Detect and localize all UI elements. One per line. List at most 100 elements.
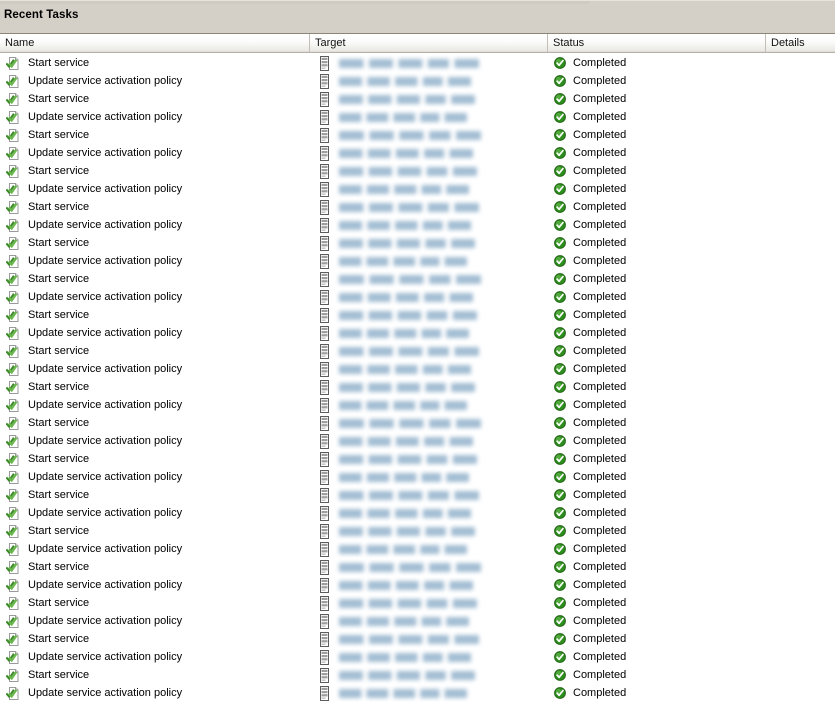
column-header-row: Name Target Status Details: [0, 33, 835, 53]
cell-name: Update service activation policy: [0, 144, 310, 162]
task-name-label: Update service activation policy: [28, 75, 183, 87]
task-name-label: Update service activation policy: [28, 219, 183, 231]
server-host-icon: [318, 397, 331, 413]
table-row[interactable]: Start service Completed: [0, 306, 835, 324]
cell-target: [310, 432, 548, 450]
target-host-redacted: [339, 400, 467, 410]
table-row[interactable]: Update service activation policy Complete…: [0, 576, 835, 594]
table-row[interactable]: Update service activation policy Complete…: [0, 144, 835, 162]
table-row[interactable]: Update service activation policy Complete…: [0, 468, 835, 486]
cell-target: [310, 594, 548, 612]
server-host-icon: [318, 109, 331, 125]
table-row[interactable]: Start service Completed: [0, 54, 835, 72]
green-check-circle-icon: [554, 273, 566, 285]
cell-target: [310, 378, 548, 396]
table-row[interactable]: Start service Completed: [0, 666, 835, 684]
table-row[interactable]: Update service activation policy Complete…: [0, 324, 835, 342]
cell-name: Start service: [0, 450, 310, 468]
task-completed-document-icon: [5, 308, 21, 323]
task-completed-document-icon: [5, 344, 21, 359]
table-row[interactable]: Start service Completed: [0, 234, 835, 252]
table-row[interactable]: Start service Completed: [0, 414, 835, 432]
page-title: Recent Tasks: [4, 9, 79, 21]
table-row[interactable]: Start service Completed: [0, 522, 835, 540]
cell-details: [766, 144, 835, 162]
table-row[interactable]: Start service Completed: [0, 342, 835, 360]
green-check-circle-icon: [554, 75, 566, 87]
table-row[interactable]: Start service Completed: [0, 594, 835, 612]
cell-details: [766, 432, 835, 450]
cell-name: Start service: [0, 342, 310, 360]
table-row[interactable]: Start service Completed: [0, 198, 835, 216]
table-row[interactable]: Start service Completed: [0, 450, 835, 468]
cell-name: Start service: [0, 306, 310, 324]
table-row[interactable]: Update service activation policy Complete…: [0, 432, 835, 450]
cell-name: Update service activation policy: [0, 576, 310, 594]
cell-target: [310, 144, 548, 162]
table-row[interactable]: Start service Completed: [0, 162, 835, 180]
table-row[interactable]: Update service activation policy Complete…: [0, 648, 835, 666]
green-check-circle-icon: [554, 471, 566, 483]
table-row[interactable]: Update service activation policy Complete…: [0, 180, 835, 198]
status-label: Completed: [573, 183, 627, 195]
cell-name: Update service activation policy: [0, 648, 310, 666]
status-label: Completed: [573, 561, 627, 573]
task-completed-document-icon: [5, 254, 21, 269]
cell-target: [310, 252, 548, 270]
status-label: Completed: [573, 489, 627, 501]
table-row[interactable]: Update service activation policy Complete…: [0, 288, 835, 306]
column-header-details[interactable]: Details: [766, 34, 835, 52]
task-name-label: Update service activation policy: [28, 507, 183, 519]
column-header-status-label: Status: [553, 37, 585, 49]
green-check-circle-icon: [554, 651, 566, 663]
task-name-label: Start service: [28, 345, 90, 357]
cell-target: [310, 684, 548, 702]
status-label: Completed: [573, 381, 627, 393]
table-row[interactable]: Update service activation policy Complete…: [0, 108, 835, 126]
table-row[interactable]: Start service Completed: [0, 126, 835, 144]
table-row[interactable]: Start service Completed: [0, 270, 835, 288]
table-row[interactable]: Update service activation policy Complete…: [0, 216, 835, 234]
column-header-target[interactable]: Target: [310, 34, 548, 52]
table-row[interactable]: Start service Completed: [0, 486, 835, 504]
task-completed-document-icon: [5, 146, 21, 161]
table-row[interactable]: Update service activation policy Complete…: [0, 72, 835, 90]
cell-name: Start service: [0, 486, 310, 504]
cell-name: Start service: [0, 414, 310, 432]
status-label: Completed: [573, 687, 627, 699]
target-host-redacted: [339, 616, 469, 626]
table-row[interactable]: Start service Completed: [0, 90, 835, 108]
table-row[interactable]: Update service activation policy Complete…: [0, 360, 835, 378]
table-row[interactable]: Update service activation policy Complete…: [0, 612, 835, 630]
green-check-circle-icon: [554, 579, 566, 591]
column-header-status[interactable]: Status: [548, 34, 766, 52]
task-completed-document-icon: [5, 650, 21, 665]
cell-details: [766, 468, 835, 486]
green-check-circle-icon: [554, 57, 566, 69]
recent-tasks-list[interactable]: Start service Completed Update service act…: [0, 54, 835, 706]
status-label: Completed: [573, 111, 627, 123]
column-header-name[interactable]: Name: [0, 34, 310, 52]
target-host-redacted: [339, 76, 472, 86]
green-check-circle-icon: [554, 543, 566, 555]
cell-details: [766, 450, 835, 468]
cell-target: [310, 558, 548, 576]
target-host-redacted: [339, 526, 475, 536]
cell-details: [766, 108, 835, 126]
task-completed-document-icon: [5, 92, 21, 107]
table-row[interactable]: Update service activation policy Complete…: [0, 396, 835, 414]
table-row[interactable]: Start service Completed: [0, 630, 835, 648]
target-host-redacted: [339, 688, 467, 698]
cell-status: Completed: [548, 144, 766, 162]
target-host-redacted: [339, 382, 475, 392]
table-row[interactable]: Start service Completed: [0, 558, 835, 576]
table-row[interactable]: Update service activation policy Complete…: [0, 684, 835, 702]
table-row[interactable]: Update service activation policy Complete…: [0, 252, 835, 270]
table-row[interactable]: Update service activation policy Complete…: [0, 504, 835, 522]
task-name-label: Start service: [28, 57, 90, 69]
table-row[interactable]: Update service activation policy Complete…: [0, 540, 835, 558]
cell-details: [766, 342, 835, 360]
task-completed-document-icon: [5, 200, 21, 215]
table-row[interactable]: Start service Completed: [0, 378, 835, 396]
cell-details: [766, 270, 835, 288]
